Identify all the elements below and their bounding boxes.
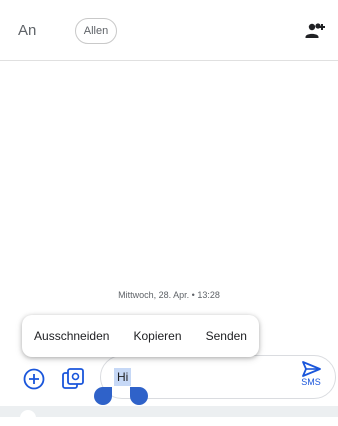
- selection-handle-end[interactable]: [130, 387, 148, 405]
- send-label: SMS: [301, 377, 321, 387]
- text-selection-menu: Ausschneiden Kopieren Senden: [22, 315, 259, 357]
- menu-item-send[interactable]: Senden: [204, 325, 249, 347]
- conversation-area: Mittwoch, 28. Apr. • 13:28: [0, 61, 338, 351]
- conversation-timestamp: Mittwoch, 28. Apr. • 13:28: [118, 290, 220, 300]
- plus-circle-icon[interactable]: [23, 368, 45, 390]
- menu-item-cut[interactable]: Ausschneiden: [32, 325, 111, 347]
- gallery-icon[interactable]: [60, 366, 86, 392]
- add-contact-icon[interactable]: [303, 21, 327, 41]
- all-contacts-chip[interactable]: Allen: [75, 18, 117, 44]
- send-icon: [302, 361, 321, 377]
- recipient-header: An Allen: [0, 0, 338, 61]
- bottom-strip: [0, 406, 338, 426]
- menu-item-copy[interactable]: Kopieren: [131, 325, 183, 347]
- bottom-circle: [20, 410, 36, 426]
- message-composer: Hi SMS: [0, 350, 338, 405]
- send-sms-button[interactable]: SMS: [295, 360, 327, 394]
- message-input-value: Hi: [114, 368, 132, 386]
- to-label: An: [18, 22, 37, 39]
- selection-handle-start[interactable]: [94, 387, 112, 405]
